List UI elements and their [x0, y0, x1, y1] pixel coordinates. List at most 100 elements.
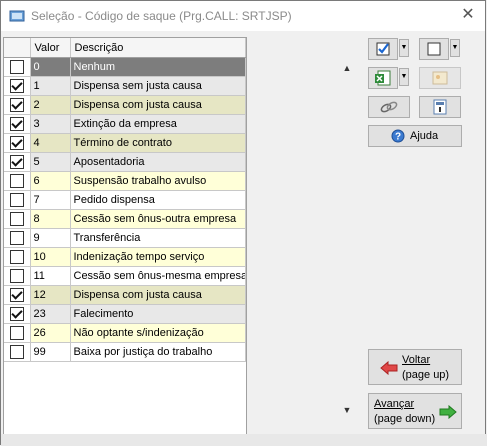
row-checkbox[interactable] — [9, 174, 24, 188]
cell-descricao: Dispensa sem justa causa — [70, 76, 246, 96]
excel-export-button[interactable] — [368, 67, 398, 89]
column-header-descricao[interactable]: Descrição — [70, 38, 246, 58]
table-row[interactable]: 3 Extinção da empresa — [4, 114, 246, 134]
row-checkbox-cell[interactable] — [4, 285, 31, 305]
table-row[interactable]: 99 Baixa por justiça do trabalho — [4, 342, 246, 362]
table-row[interactable]: 0 Nenhum — [4, 57, 246, 77]
row-checkbox-cell[interactable] — [4, 152, 31, 172]
table-row[interactable]: 23 Falecimento — [4, 304, 246, 324]
row-checkbox-cell[interactable] — [4, 190, 31, 210]
row-checkbox[interactable] — [9, 79, 24, 93]
table-row[interactable]: 26 Não optante s/indenização — [4, 323, 246, 343]
cell-descricao: Suspensão trabalho avulso — [70, 171, 246, 191]
table-row[interactable]: 7 Pedido dispensa — [4, 190, 246, 210]
calculator-button[interactable] — [419, 96, 461, 118]
row-checkbox[interactable] — [9, 269, 24, 283]
cell-descricao: Dispensa com justa causa — [70, 285, 246, 305]
back-button[interactable]: Voltar (page up) — [368, 349, 462, 385]
image-export-icon — [432, 71, 448, 85]
image-export-button[interactable] — [419, 67, 461, 89]
cell-descricao: Cessão sem ônus-outra empresa — [70, 209, 246, 229]
cell-descricao: Pedido dispensa — [70, 190, 246, 210]
cell-valor: 4 — [30, 133, 71, 153]
table-row[interactable]: 1 Dispensa sem justa causa — [4, 76, 246, 96]
uncheck-all-button[interactable] — [419, 38, 449, 60]
cell-descricao: Não optante s/indenização — [70, 323, 246, 343]
help-button[interactable]: ? Ajuda — [368, 125, 462, 147]
row-checkbox-cell[interactable] — [4, 304, 31, 324]
row-checkbox-cell[interactable] — [4, 342, 31, 362]
cell-valor: 0 — [30, 57, 71, 77]
row-checkbox[interactable] — [9, 60, 24, 74]
table-row[interactable]: 4 Término de contrato — [4, 133, 246, 153]
row-checkbox-cell[interactable] — [4, 266, 31, 286]
excel-dropdown-icon[interactable]: ▼ — [399, 68, 409, 86]
row-checkbox[interactable] — [9, 117, 24, 131]
scroll-up-icon[interactable]: ▲ — [340, 61, 354, 75]
cell-descricao: Falecimento — [70, 304, 246, 324]
cell-valor: 10 — [30, 247, 71, 267]
cell-descricao: Dispensa com justa causa — [70, 95, 246, 115]
cell-valor: 11 — [30, 266, 71, 286]
uncheck-all-dropdown-icon[interactable]: ▼ — [450, 39, 460, 57]
cell-valor: 9 — [30, 228, 71, 248]
row-checkbox-cell[interactable] — [4, 57, 31, 77]
uncheck-all-icon — [427, 42, 441, 56]
row-checkbox[interactable] — [9, 231, 24, 245]
check-all-button[interactable] — [368, 38, 398, 60]
close-button[interactable]: ✕ — [459, 6, 477, 24]
row-checkbox[interactable] — [9, 250, 24, 264]
row-checkbox-cell[interactable] — [4, 76, 31, 96]
cell-descricao: Nenhum — [70, 57, 246, 77]
row-checkbox[interactable] — [9, 136, 24, 150]
forward-button[interactable]: Avançar (page down) — [368, 393, 462, 429]
help-button-label: Ajuda — [410, 130, 439, 142]
table-row[interactable]: 5 Aposentadoria — [4, 152, 246, 172]
table-header: Valor Descrição — [4, 38, 246, 58]
row-checkbox[interactable] — [9, 98, 24, 112]
column-header-valor[interactable]: Valor — [30, 38, 71, 58]
row-checkbox[interactable] — [9, 193, 24, 207]
row-checkbox-cell[interactable] — [4, 114, 31, 134]
svg-text:?: ? — [395, 132, 401, 143]
window-bottom-edge — [1, 434, 487, 446]
check-all-dropdown-icon[interactable]: ▼ — [399, 39, 409, 57]
cell-valor: 8 — [30, 209, 71, 229]
row-checkbox[interactable] — [9, 326, 24, 340]
table-row[interactable]: 2 Dispensa com justa causa — [4, 95, 246, 115]
table-row[interactable]: 11 Cessão sem ônus-mesma empresa — [4, 266, 246, 286]
cell-valor: 2 — [30, 95, 71, 115]
back-button-label: Voltar — [402, 354, 431, 366]
table-row[interactable]: 10 Indenização tempo serviço — [4, 247, 246, 267]
table-row[interactable]: 6 Suspensão trabalho avulso — [4, 171, 246, 191]
cell-descricao: Transferência — [70, 228, 246, 248]
cell-valor: 3 — [30, 114, 71, 134]
row-checkbox-cell[interactable] — [4, 209, 31, 229]
row-checkbox[interactable] — [9, 307, 24, 321]
cell-descricao: Extinção da empresa — [70, 114, 246, 134]
row-checkbox[interactable] — [9, 212, 24, 226]
row-checkbox[interactable] — [9, 345, 24, 359]
cell-valor: 1 — [30, 76, 71, 96]
table-row[interactable]: 8 Cessão sem ônus-outra empresa — [4, 209, 246, 229]
check-all-icon — [376, 42, 390, 56]
cell-descricao: Baixa por justiça do trabalho — [70, 342, 246, 362]
row-checkbox-cell[interactable] — [4, 247, 31, 267]
scroll-down-icon[interactable]: ▼ — [340, 403, 354, 417]
row-checkbox-cell[interactable] — [4, 228, 31, 248]
grid-scrollbar[interactable]: ▲ ▼ — [340, 61, 354, 431]
selection-grid[interactable]: Valor Descrição 0 Nenhum 1 Dispensa sem jus… — [3, 37, 247, 435]
green-right-arrow-icon — [439, 405, 457, 419]
row-checkbox[interactable] — [9, 155, 24, 169]
cell-valor: 12 — [30, 285, 71, 305]
row-checkbox-cell[interactable] — [4, 171, 31, 191]
row-checkbox-cell[interactable] — [4, 133, 31, 153]
row-checkbox-cell[interactable] — [4, 95, 31, 115]
table-row[interactable]: 12 Dispensa com justa causa — [4, 285, 246, 305]
selection-table: Valor Descrição 0 Nenhum 1 Dispensa sem jus… — [4, 38, 246, 362]
excel-export-icon — [375, 70, 391, 86]
table-row[interactable]: 9 Transferência — [4, 228, 246, 248]
link-button[interactable] — [368, 96, 410, 118]
row-checkbox-cell[interactable] — [4, 323, 31, 343]
row-checkbox[interactable] — [9, 288, 24, 302]
